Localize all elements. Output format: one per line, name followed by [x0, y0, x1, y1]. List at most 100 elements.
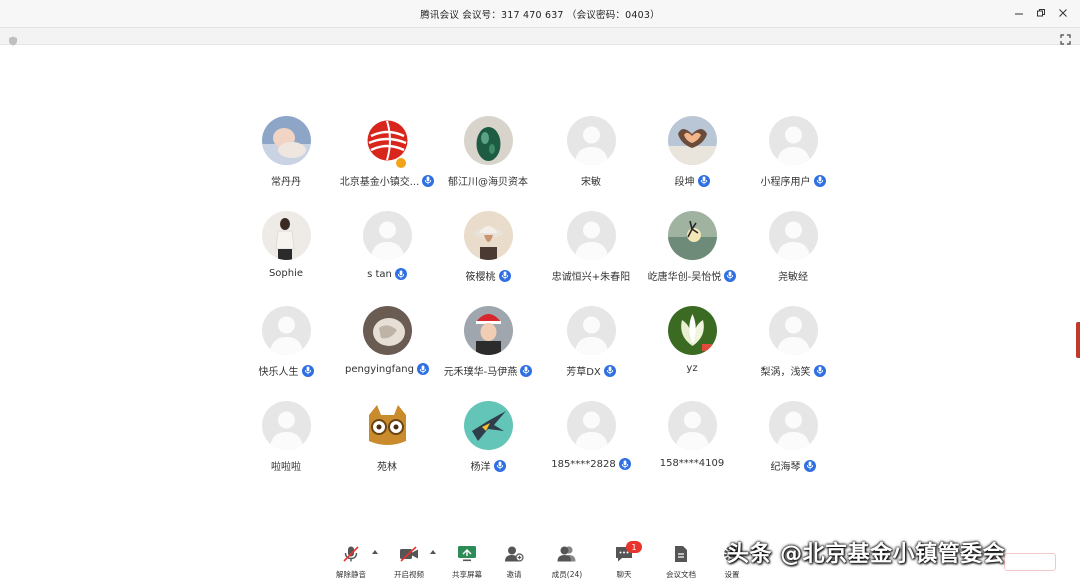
participant-name: 郁江川@海贝资本	[448, 177, 528, 188]
participant-name-row: 屹唐华创-吴怡悦	[648, 268, 737, 283]
participant-name: 185****2828	[551, 458, 616, 470]
close-icon	[1059, 9, 1067, 17]
default-user-icon	[566, 306, 616, 355]
chat-unread-badge: 1	[626, 541, 642, 553]
audio-options-caret[interactable]	[372, 550, 378, 554]
participant-name-row: 宋敏	[581, 173, 601, 188]
participant-name: 北京基金小镇交...	[339, 177, 420, 188]
participant-tile[interactable]: 元禾璞华-马伊燕	[437, 306, 539, 392]
participant-name-row: 梨涡，浅笑	[761, 363, 826, 378]
participant-name-row: Sophie	[269, 268, 303, 279]
participant-tile[interactable]: 185****2828	[540, 401, 642, 487]
participant-tile[interactable]: 梨涡，浅笑	[742, 306, 844, 392]
participant-tile[interactable]: yz	[641, 306, 743, 392]
photo-cartoon-cat-icon	[362, 401, 412, 450]
participant-name-row: 元禾璞华-马伊燕	[444, 363, 533, 378]
mic-muted-icon	[342, 544, 360, 563]
unmute-button[interactable]: 解除静音	[326, 544, 376, 580]
participant-name: 筱樱桃	[465, 272, 496, 283]
photo-beach-jump-icon	[667, 211, 717, 260]
host-badge-icon	[395, 157, 407, 169]
participant-name: 屹唐华创-吴怡悦	[647, 272, 722, 283]
meeting-docs-button[interactable]: 会议文档	[656, 544, 706, 580]
window-controls	[1008, 3, 1074, 23]
mic-icon	[520, 364, 533, 377]
participant-name-row: 尧敏经	[778, 268, 808, 283]
default-user-icon	[667, 401, 717, 450]
mic-icon	[813, 174, 826, 187]
participant-tile[interactable]: 屹唐华创-吴怡悦	[641, 211, 743, 297]
participant-tile[interactable]: 苑林	[336, 401, 438, 487]
chat-button[interactable]: 1 聊天	[599, 541, 649, 580]
photo-woman-icon	[261, 211, 311, 260]
participant-name: yz	[686, 363, 698, 374]
participant-tile[interactable]: 杨洋	[437, 401, 539, 487]
mic-icon	[603, 364, 616, 377]
participant-name-row: 段坤	[675, 173, 710, 188]
start-video-button[interactable]: 开启视频	[384, 544, 434, 580]
fullscreen-button[interactable]	[1060, 30, 1071, 49]
participant-name-row: yz	[686, 363, 697, 374]
mic-icon	[803, 459, 816, 472]
window-title: 腾讯会议 会议号：317 470 637 （会议密码：0403）	[420, 10, 660, 21]
participant-name-row: 常丹丹	[271, 173, 301, 188]
participant-tile[interactable]: s tan	[336, 211, 438, 297]
info-bar	[0, 28, 1080, 46]
participant-tile[interactable]: 啦啦啦	[235, 401, 337, 487]
participant-name-row: 啦啦啦	[271, 458, 301, 473]
participant-name-row: pengyingfang	[345, 363, 429, 375]
default-user-icon	[768, 306, 818, 355]
invite-button[interactable]: 邀请	[489, 544, 539, 580]
participant-name: 段坤	[674, 177, 695, 188]
participant-name: 纪海琴	[770, 462, 801, 473]
participant-name: 梨涡，浅笑	[760, 367, 811, 378]
mic-icon	[697, 174, 710, 187]
members-icon	[556, 544, 578, 563]
minimize-icon	[1015, 13, 1023, 15]
participant-tile[interactable]: 小程序用户	[742, 116, 844, 202]
title-bar: 腾讯会议 会议号：317 470 637 （会议密码：0403）	[0, 0, 1080, 28]
restore-icon	[1037, 9, 1045, 17]
default-user-icon	[261, 401, 311, 450]
participant-tile[interactable]: 忠诚恒兴+朱春阳	[540, 211, 642, 297]
participant-name: 尧敏经	[778, 272, 808, 283]
camera-off-icon	[399, 544, 419, 563]
photo-sketch-icon	[362, 306, 412, 355]
participant-name: 158****4109	[659, 458, 725, 469]
participant-tile[interactable]: pengyingfang	[336, 306, 438, 392]
restore-button[interactable]	[1030, 3, 1052, 23]
photo-bird-icon	[463, 401, 513, 450]
participant-name: 忠诚恒兴+朱春阳	[551, 272, 631, 283]
members-button[interactable]: 成员(24)	[542, 544, 592, 580]
minimize-button[interactable]	[1008, 3, 1030, 23]
participant-tile[interactable]: 宋敏	[540, 116, 642, 202]
participant-tile[interactable]: 芳草DX	[540, 306, 642, 392]
participant-name: 快乐人生	[258, 367, 299, 378]
participant-name-row: 185****2828	[551, 458, 631, 470]
photo-santa-girl-icon	[463, 306, 513, 355]
share-screen-button[interactable]: 共享屏幕	[442, 544, 492, 580]
participant-tile[interactable]: Sophie	[235, 211, 337, 297]
participant-tile[interactable]: 北京基金小镇交...	[336, 116, 438, 202]
close-button[interactable]	[1052, 3, 1074, 23]
participant-tile[interactable]: 筱樱桃	[437, 211, 539, 297]
participant-tile[interactable]: 尧敏经	[742, 211, 844, 297]
photo-jade-icon	[463, 116, 513, 165]
default-user-icon	[566, 211, 616, 260]
recording-indicator	[1004, 553, 1056, 571]
participant-tile[interactable]: 纪海琴	[742, 401, 844, 487]
shield-icon[interactable]	[8, 31, 18, 50]
participant-name-row: s tan	[367, 268, 407, 280]
participant-tile[interactable]: 郁江川@海贝资本	[437, 116, 539, 202]
participant-tile[interactable]: 常丹丹	[235, 116, 337, 202]
mic-icon	[618, 458, 631, 470]
participant-tile[interactable]: 158****4109	[641, 401, 743, 487]
default-user-icon	[566, 401, 616, 450]
default-user-icon	[362, 211, 412, 260]
side-handle[interactable]	[1076, 322, 1080, 358]
participant-tile[interactable]: 快乐人生	[235, 306, 337, 392]
default-user-icon	[768, 116, 818, 165]
participant-tile[interactable]: 段坤	[641, 116, 743, 202]
video-options-caret[interactable]	[430, 550, 436, 554]
participant-name-row: 快乐人生	[259, 363, 314, 378]
